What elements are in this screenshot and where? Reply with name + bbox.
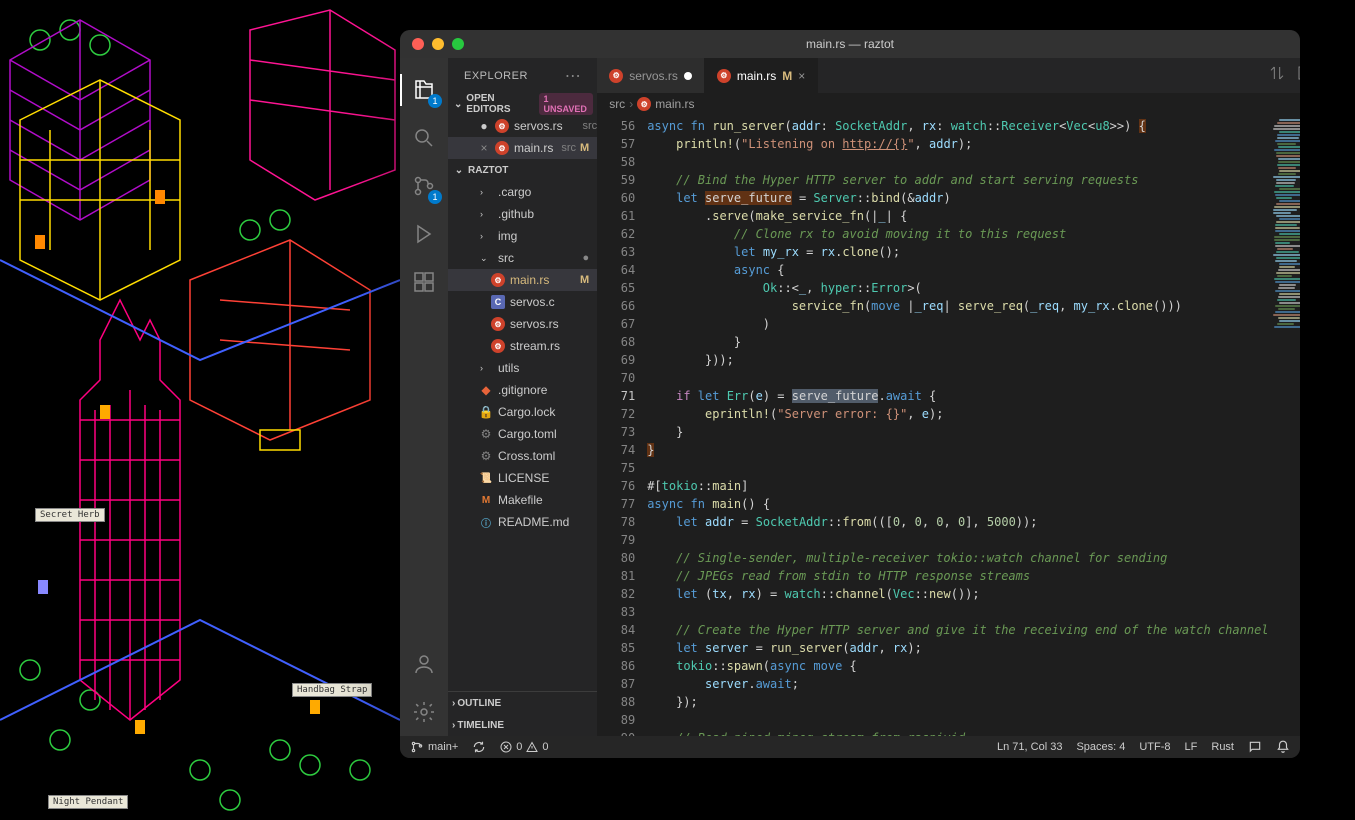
tree-item-stream-rs[interactable]: ⚙stream.rs [448, 335, 597, 357]
tree-item-Cargo-lock[interactable]: 🔒Cargo.lock [448, 401, 597, 423]
tree-item-src[interactable]: ⌄src● [448, 247, 597, 269]
editor-area: ⚙servos.rs⚙main.rsM× ⋯ src › ⚙ main.rs [597, 58, 1300, 736]
explorer-badge: 1 [428, 94, 442, 108]
editor-tabs: ⚙servos.rs⚙main.rsM× ⋯ [597, 58, 1300, 93]
compare-changes-icon[interactable] [1269, 65, 1285, 86]
code-content[interactable]: async fn run_server(addr: SocketAddr, rx… [647, 115, 1268, 736]
window-title: main.rs — raztot [400, 37, 1300, 51]
account-activity-icon[interactable] [400, 640, 448, 688]
pixel-art-wallpaper [0, 0, 400, 820]
minimap[interactable] [1269, 115, 1300, 736]
tree-item-LICENSE[interactable]: 📜LICENSE [448, 467, 597, 489]
titlebar[interactable]: main.rs — raztot [400, 30, 1300, 58]
line-number-gutter: 5657585960616263646566676869707172737475… [597, 115, 647, 736]
tree-item-servos-rs[interactable]: ⚙servos.rs [448, 313, 597, 335]
extensions-activity-icon[interactable] [400, 258, 448, 306]
scm-badge: 1 [428, 190, 442, 204]
tree-item-README-md[interactable]: ⓘREADME.md [448, 511, 597, 533]
search-activity-icon[interactable] [400, 114, 448, 162]
explorer-title: EXPLORER [464, 70, 528, 82]
chevron-down-icon: ⌄ [452, 99, 464, 110]
cursor-position-status[interactable]: Ln 71, Col 33 [997, 741, 1062, 753]
problems-status[interactable]: 0 0 [500, 741, 548, 753]
timeline-section[interactable]: › TIMELINE [448, 714, 597, 736]
tree-item--github[interactable]: ›.github [448, 203, 597, 225]
tree-item-Cargo-toml[interactable]: ⚙Cargo.toml [448, 423, 597, 445]
breadcrumb[interactable]: src › ⚙ main.rs [597, 93, 1300, 115]
editor-body[interactable]: 5657585960616263646566676869707172737475… [597, 115, 1300, 736]
activity-bar: 1 1 [400, 58, 448, 736]
desktop-item-label[interactable]: Night Pendant [48, 795, 128, 809]
git-branch-status[interactable]: main+ [410, 740, 458, 754]
breadcrumb-part[interactable]: src [609, 97, 625, 111]
chevron-right-icon: › [452, 720, 455, 731]
settings-activity-icon[interactable] [400, 688, 448, 736]
chevron-down-icon: ⌄ [452, 165, 466, 176]
tree-item--cargo[interactable]: ›.cargo [448, 181, 597, 203]
explorer-header: EXPLORER ⋯ [448, 58, 597, 93]
tab-main-rs[interactable]: ⚙main.rsM× [705, 58, 818, 93]
explorer-activity-icon[interactable]: 1 [400, 66, 448, 114]
statusbar: main+ 0 0 Ln 71, Col 33 Spaces: 4 UTF-8 … [400, 736, 1300, 758]
open-editor-item[interactable]: ×⚙main.rssrcM [448, 137, 597, 159]
tab-servos-rs[interactable]: ⚙servos.rs [597, 58, 705, 93]
sync-status[interactable] [472, 740, 486, 754]
minimize-window-button[interactable] [432, 38, 444, 50]
chevron-right-icon: › [629, 97, 633, 111]
explorer-more-icon[interactable]: ⋯ [565, 66, 582, 86]
window-controls [412, 38, 464, 50]
tree-item-Cross-toml[interactable]: ⚙Cross.toml [448, 445, 597, 467]
tree-item-img[interactable]: ›img [448, 225, 597, 247]
desktop-item-label[interactable]: Handbag Strap [292, 683, 372, 697]
desktop-item-label[interactable]: Secret Herb [35, 508, 105, 522]
tree-item-main-rs[interactable]: ⚙main.rsM [448, 269, 597, 291]
close-window-button[interactable] [412, 38, 424, 50]
maximize-window-button[interactable] [452, 38, 464, 50]
chevron-right-icon: › [452, 698, 455, 709]
outline-section[interactable]: › OUTLINE [448, 692, 597, 714]
open-editor-item[interactable]: ●⚙servos.rssrc [448, 115, 597, 137]
unsaved-badge: 1 UNSAVED [539, 93, 594, 115]
tree-item--gitignore[interactable]: ◆.gitignore [448, 379, 597, 401]
tree-item-utils[interactable]: ›utils [448, 357, 597, 379]
tree-item-servos-c[interactable]: Cservos.c [448, 291, 597, 313]
language-status[interactable]: Rust [1211, 741, 1234, 753]
breadcrumb-part[interactable]: main.rs [655, 97, 694, 111]
feedback-icon[interactable] [1248, 740, 1262, 754]
run-activity-icon[interactable] [400, 210, 448, 258]
tree-item-Makefile[interactable]: MMakefile [448, 489, 597, 511]
eol-status[interactable]: LF [1185, 741, 1198, 753]
indentation-status[interactable]: Spaces: 4 [1076, 741, 1125, 753]
split-editor-icon[interactable] [1297, 65, 1300, 86]
open-editors-section[interactable]: ⌄ OPEN EDITORS 1 UNSAVED [448, 93, 597, 115]
explorer-sidebar: EXPLORER ⋯ ⌄ OPEN EDITORS 1 UNSAVED ●⚙se… [448, 58, 597, 736]
notifications-icon[interactable] [1276, 740, 1290, 754]
editor-window: main.rs — raztot 1 1 [400, 30, 1300, 758]
encoding-status[interactable]: UTF-8 [1139, 741, 1170, 753]
project-section[interactable]: ⌄ RAZTOT [448, 159, 597, 181]
scm-activity-icon[interactable]: 1 [400, 162, 448, 210]
rust-file-icon: ⚙ [637, 97, 651, 111]
